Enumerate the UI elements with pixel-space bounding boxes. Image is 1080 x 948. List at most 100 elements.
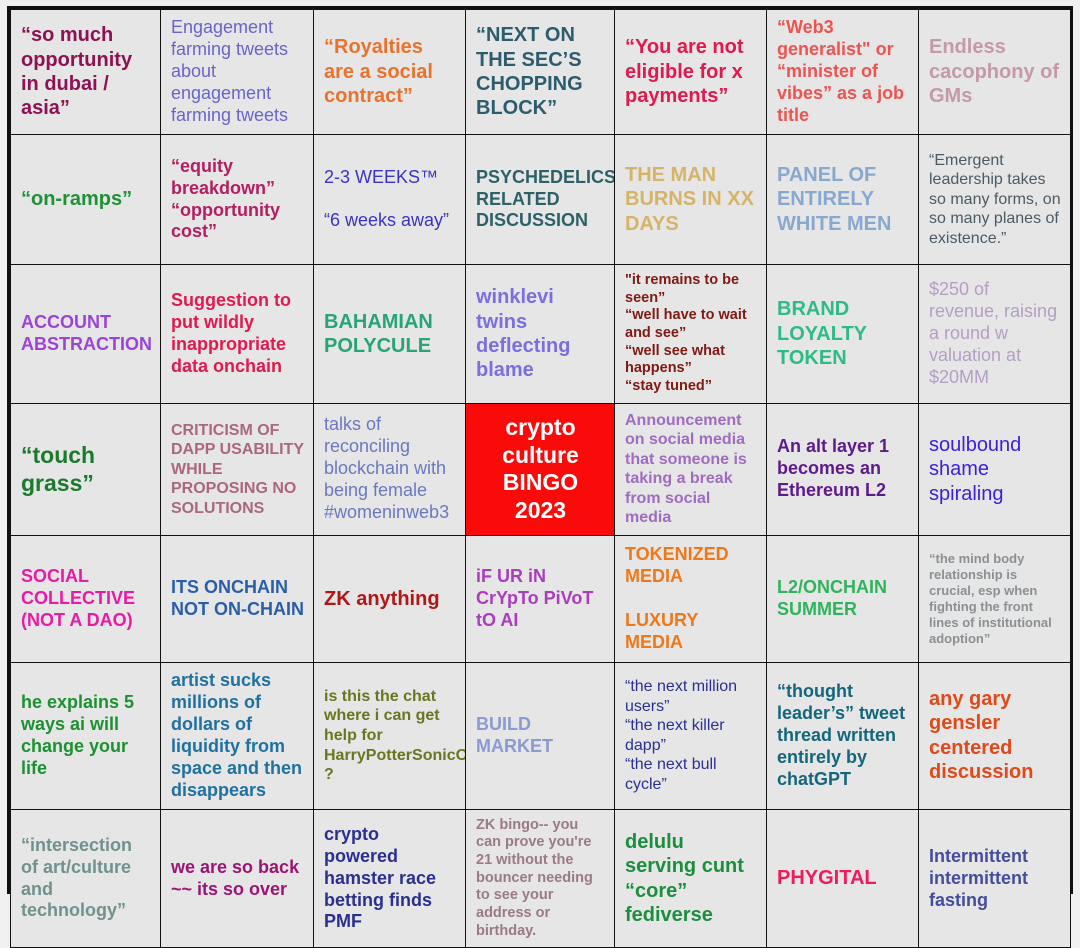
bingo-cell[interactable]: THE MAN BURNS IN XX DAYS [614,134,767,265]
bingo-cell[interactable]: ACCOUNT ABSTRACTION [10,264,161,404]
bingo-cell-text: Suggestion to put wildly inappropriate d… [171,290,291,376]
bingo-cell[interactable]: Announcement on social media that someon… [614,402,767,536]
bingo-cell[interactable]: “the next million users” “the next kille… [614,661,767,810]
bingo-cell[interactable]: crypto powered hamster race betting find… [313,808,466,948]
bingo-cell-text: “on-ramps” [21,188,133,211]
bingo-cell[interactable]: iF UR iN CrYpTo PiVoT tO AI [465,534,615,663]
bingo-cell[interactable]: SOCIAL COLLECTIVE (NOT A DAO) [10,534,161,663]
bingo-free-space[interactable]: crypto culture BINGO 2023 [465,402,615,536]
bingo-cell-text: An alt layer 1 becomes an Ethereum L2 [777,436,890,501]
bingo-cell-text: TOKENIZED MEDIA LUXURY MEDIA [625,544,729,652]
bingo-cell-text: crypto culture BINGO 2023 [502,414,579,523]
bingo-cell-text: L2/ONCHAIN SUMMER [777,576,888,619]
bingo-cell[interactable]: artist sucks millions of dollars of liqu… [160,661,314,810]
bingo-cell-text: “thought leader’s” tweet thread written … [777,680,906,789]
bingo-cell-text: we are so back ~~ its so over [171,856,300,899]
bingo-cell[interactable]: Engagement farming tweets about engageme… [160,9,314,135]
bingo-row: “intersection of art/culture and technol… [10,808,1071,948]
bingo-cell[interactable]: “the mind body relationship is crucial, … [918,534,1071,663]
bingo-cell[interactable]: BAHAMIAN POLYCULE [313,264,466,404]
bingo-cell-text: Engagement farming tweets about engageme… [171,17,289,125]
bingo-cell[interactable]: PANEL OF ENTIRELY WHITE MEN [766,134,919,265]
bingo-cell[interactable]: "it remains to be seen” “well have to wa… [614,264,767,404]
bingo-cell[interactable]: “Web3 generalist" or “minister of vibes”… [766,9,919,135]
bingo-cell[interactable]: “intersection of art/culture and technol… [10,808,161,948]
bingo-cell[interactable]: ZK anything [313,534,466,663]
bingo-cell-text: BAHAMIAN POLYCULE [324,310,433,357]
bingo-cell-text: 2-3 WEEKS™ “6 weeks away” [324,166,450,231]
bingo-cell[interactable]: L2/ONCHAIN SUMMER [766,534,919,663]
bingo-cell-text: BUILD MARKET [476,713,553,756]
bingo-cell[interactable]: is this the chat where i can get help fo… [313,661,466,810]
bingo-cell[interactable]: delulu serving cunt “core” fediverse [614,808,767,948]
bingo-cell[interactable]: Endless cacophony of GMs [918,9,1071,135]
bingo-cell-text: “Royalties are a social contract” [324,36,433,108]
bingo-cell-text: PANEL OF ENTIRELY WHITE MEN [777,163,892,235]
bingo-cell[interactable]: An alt layer 1 becomes an Ethereum L2 [766,402,919,536]
bingo-cell[interactable]: we are so back ~~ its so over [160,808,314,948]
bingo-cell-text: $250 of revenue, raising a round w valua… [929,279,1058,387]
bingo-cell-text: “touch grass” [21,442,96,497]
bingo-row: SOCIAL COLLECTIVE (NOT A DAO) ITS ONCHAIN… [10,534,1071,663]
bingo-cell[interactable]: BUILD MARKET [465,661,615,810]
bingo-cell-text: winklevi twins deflecting blame [476,286,571,382]
bingo-cell[interactable]: “thought leader’s” tweet thread written … [766,661,919,810]
bingo-cell[interactable]: TOKENIZED MEDIA LUXURY MEDIA [614,534,767,663]
bingo-cell-text: ZK bingo-- you can prove you're 21 witho… [476,816,593,939]
bingo-cell-text: “Web3 generalist" or “minister of vibes”… [777,17,905,125]
bingo-cell[interactable]: ITS ONCHAIN NOT ON-CHAIN [160,534,314,663]
bingo-cell[interactable]: any gary gensler centered discussion [918,661,1071,810]
bingo-cell[interactable]: winklevi twins deflecting blame [465,264,615,404]
bingo-cell-text: “NEXT ON THE SEC’S CHOPPING BLOCK” [476,24,583,120]
bingo-cell[interactable]: Intermittent intermittent fasting [918,808,1071,948]
bingo-cell[interactable]: he explains 5 ways ai will change your l… [10,661,161,810]
bingo-cell-text: PHYGITAL [777,867,877,890]
bingo-cell-text: ACCOUNT ABSTRACTION [21,311,152,354]
bingo-cell-text: “Emergent leadership takes so many forms… [929,151,1061,247]
bingo-cell-text: artist sucks millions of dollars of liqu… [171,669,303,800]
bingo-cell[interactable]: BRAND LOYALTY TOKEN [766,264,919,404]
bingo-cell-text: CRITICISM OF DAPP USABILITY WHILE PROPOS… [171,421,304,517]
bingo-cell[interactable]: Suggestion to put wildly inappropriate d… [160,264,314,404]
bingo-cell[interactable]: “so much opportunity in dubai / asia” [10,9,161,135]
bingo-cell-text: talks of reconciling blockchain with bei… [324,414,450,523]
bingo-cell[interactable]: “touch grass” [10,402,161,536]
bingo-row: ACCOUNT ABSTRACTION Suggestion to put wil… [10,264,1071,404]
bingo-row: he explains 5 ways ai will change your l… [10,661,1071,810]
bingo-cell-text: “equity breakdown” “opportunity cost” [171,155,280,242]
bingo-cell[interactable]: PHYGITAL [766,808,919,948]
bingo-cell-text: THE MAN BURNS IN XX DAYS [625,163,754,235]
bingo-cell-text: ITS ONCHAIN NOT ON-CHAIN [171,576,304,619]
bingo-cell-text: BRAND LOYALTY TOKEN [777,298,867,370]
bingo-cell[interactable]: soulbound shame spiraling [918,402,1071,536]
bingo-cell-text: iF UR iN CrYpTo PiVoT tO AI [476,565,594,630]
bingo-cell[interactable]: “Royalties are a social contract” [313,9,466,135]
bingo-cell-text: he explains 5 ways ai will change your l… [21,691,135,778]
bingo-grid-body: “so much opportunity in dubai / asia” Eng… [10,9,1071,948]
bingo-cell[interactable]: PSYCHEDELICS RELATED DISCUSSION [465,134,615,265]
bingo-cell[interactable]: “You are not eligible for x payments” [614,9,767,135]
bingo-cell-text: “the next million users” “the next kille… [625,678,738,793]
bingo-cell[interactable]: “equity breakdown” “opportunity cost” [160,134,314,265]
bingo-row: “on-ramps” “equity breakdown” “opportunit… [10,134,1071,265]
bingo-cell[interactable]: “NEXT ON THE SEC’S CHOPPING BLOCK” [465,9,615,135]
bingo-cell[interactable]: talks of reconciling blockchain with bei… [313,402,466,536]
bingo-cell-text: Intermittent intermittent fasting [929,845,1028,910]
bingo-cell[interactable]: “Emergent leadership takes so many forms… [918,134,1071,265]
bingo-cell-text: Endless cacophony of GMs [929,36,1060,108]
bingo-cell-text: "it remains to be seen” “well have to wa… [625,272,747,395]
bingo-cell-text: SOCIAL COLLECTIVE (NOT A DAO) [21,565,136,630]
bingo-cell-text: PSYCHEDELICS RELATED DISCUSSION [476,166,615,231]
bingo-cell-text: Announcement on social media that someon… [625,411,747,527]
bingo-cell-text: ZK anything [324,587,440,610]
bingo-cell[interactable]: CRITICISM OF DAPP USABILITY WHILE PROPOS… [160,402,314,536]
bingo-cell[interactable]: 2-3 WEEKS™ “6 weeks away” [313,134,466,265]
bingo-cell-text: delulu serving cunt “core” fediverse [625,830,744,926]
bingo-row: “touch grass” CRITICISM OF DAPP USABILITY… [10,402,1071,536]
bingo-cell-text: “so much opportunity in dubai / asia” [21,24,133,120]
bingo-cell[interactable]: ZK bingo-- you can prove you're 21 witho… [465,808,615,948]
bingo-cell[interactable]: $250 of revenue, raising a round w valua… [918,264,1071,404]
bingo-cell[interactable]: “on-ramps” [10,134,161,265]
bingo-cell-text: any gary gensler centered discussion [929,687,1034,784]
bingo-grid: “so much opportunity in dubai / asia” Eng… [10,9,1071,948]
